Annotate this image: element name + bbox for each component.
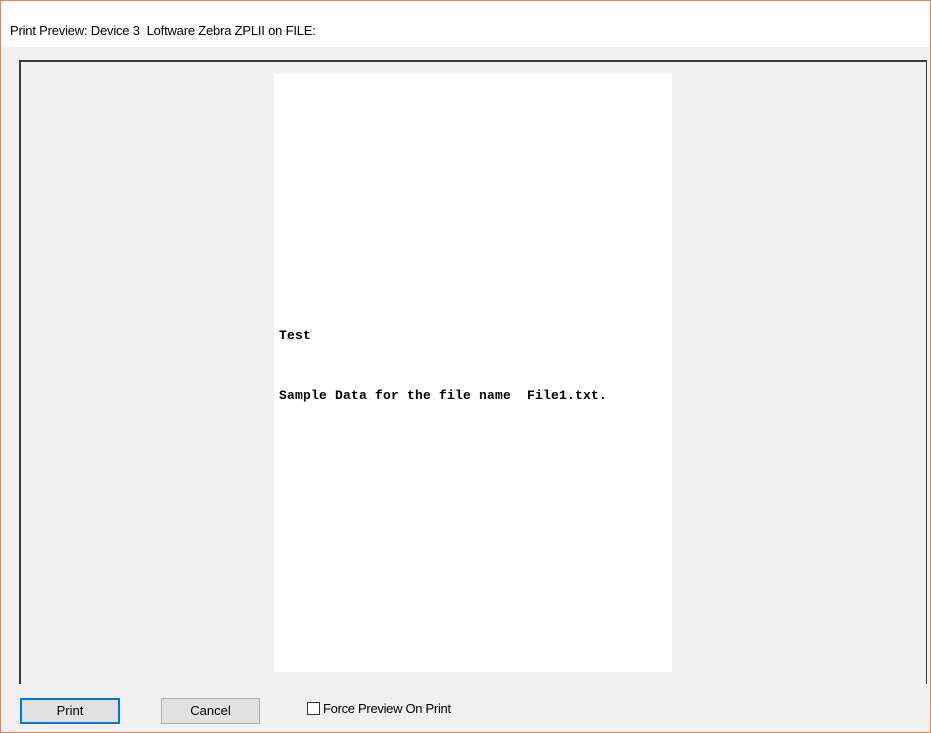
cancel-button[interactable]: Cancel	[161, 698, 260, 724]
force-preview-label: Force Preview On Print	[323, 700, 451, 716]
title-bar[interactable]: Print Preview: Device 3 Loftware Zebra Z…	[1, 1, 930, 47]
print-button[interactable]: Print	[20, 698, 120, 724]
force-preview-option[interactable]: Force Preview On Print	[307, 700, 451, 716]
window-title: Print Preview: Device 3 Loftware Zebra Z…	[10, 23, 316, 38]
preview-area: Test Sample Data for the file name File1…	[19, 60, 927, 684]
force-preview-checkbox[interactable]	[307, 701, 320, 715]
preview-text-line: Test	[279, 328, 312, 343]
preview-text-line: Sample Data for the file name File1.txt.	[279, 388, 608, 403]
preview-page: Test Sample Data for the file name File1…	[274, 74, 672, 672]
print-preview-window: Print Preview: Device 3 Loftware Zebra Z…	[0, 0, 931, 733]
